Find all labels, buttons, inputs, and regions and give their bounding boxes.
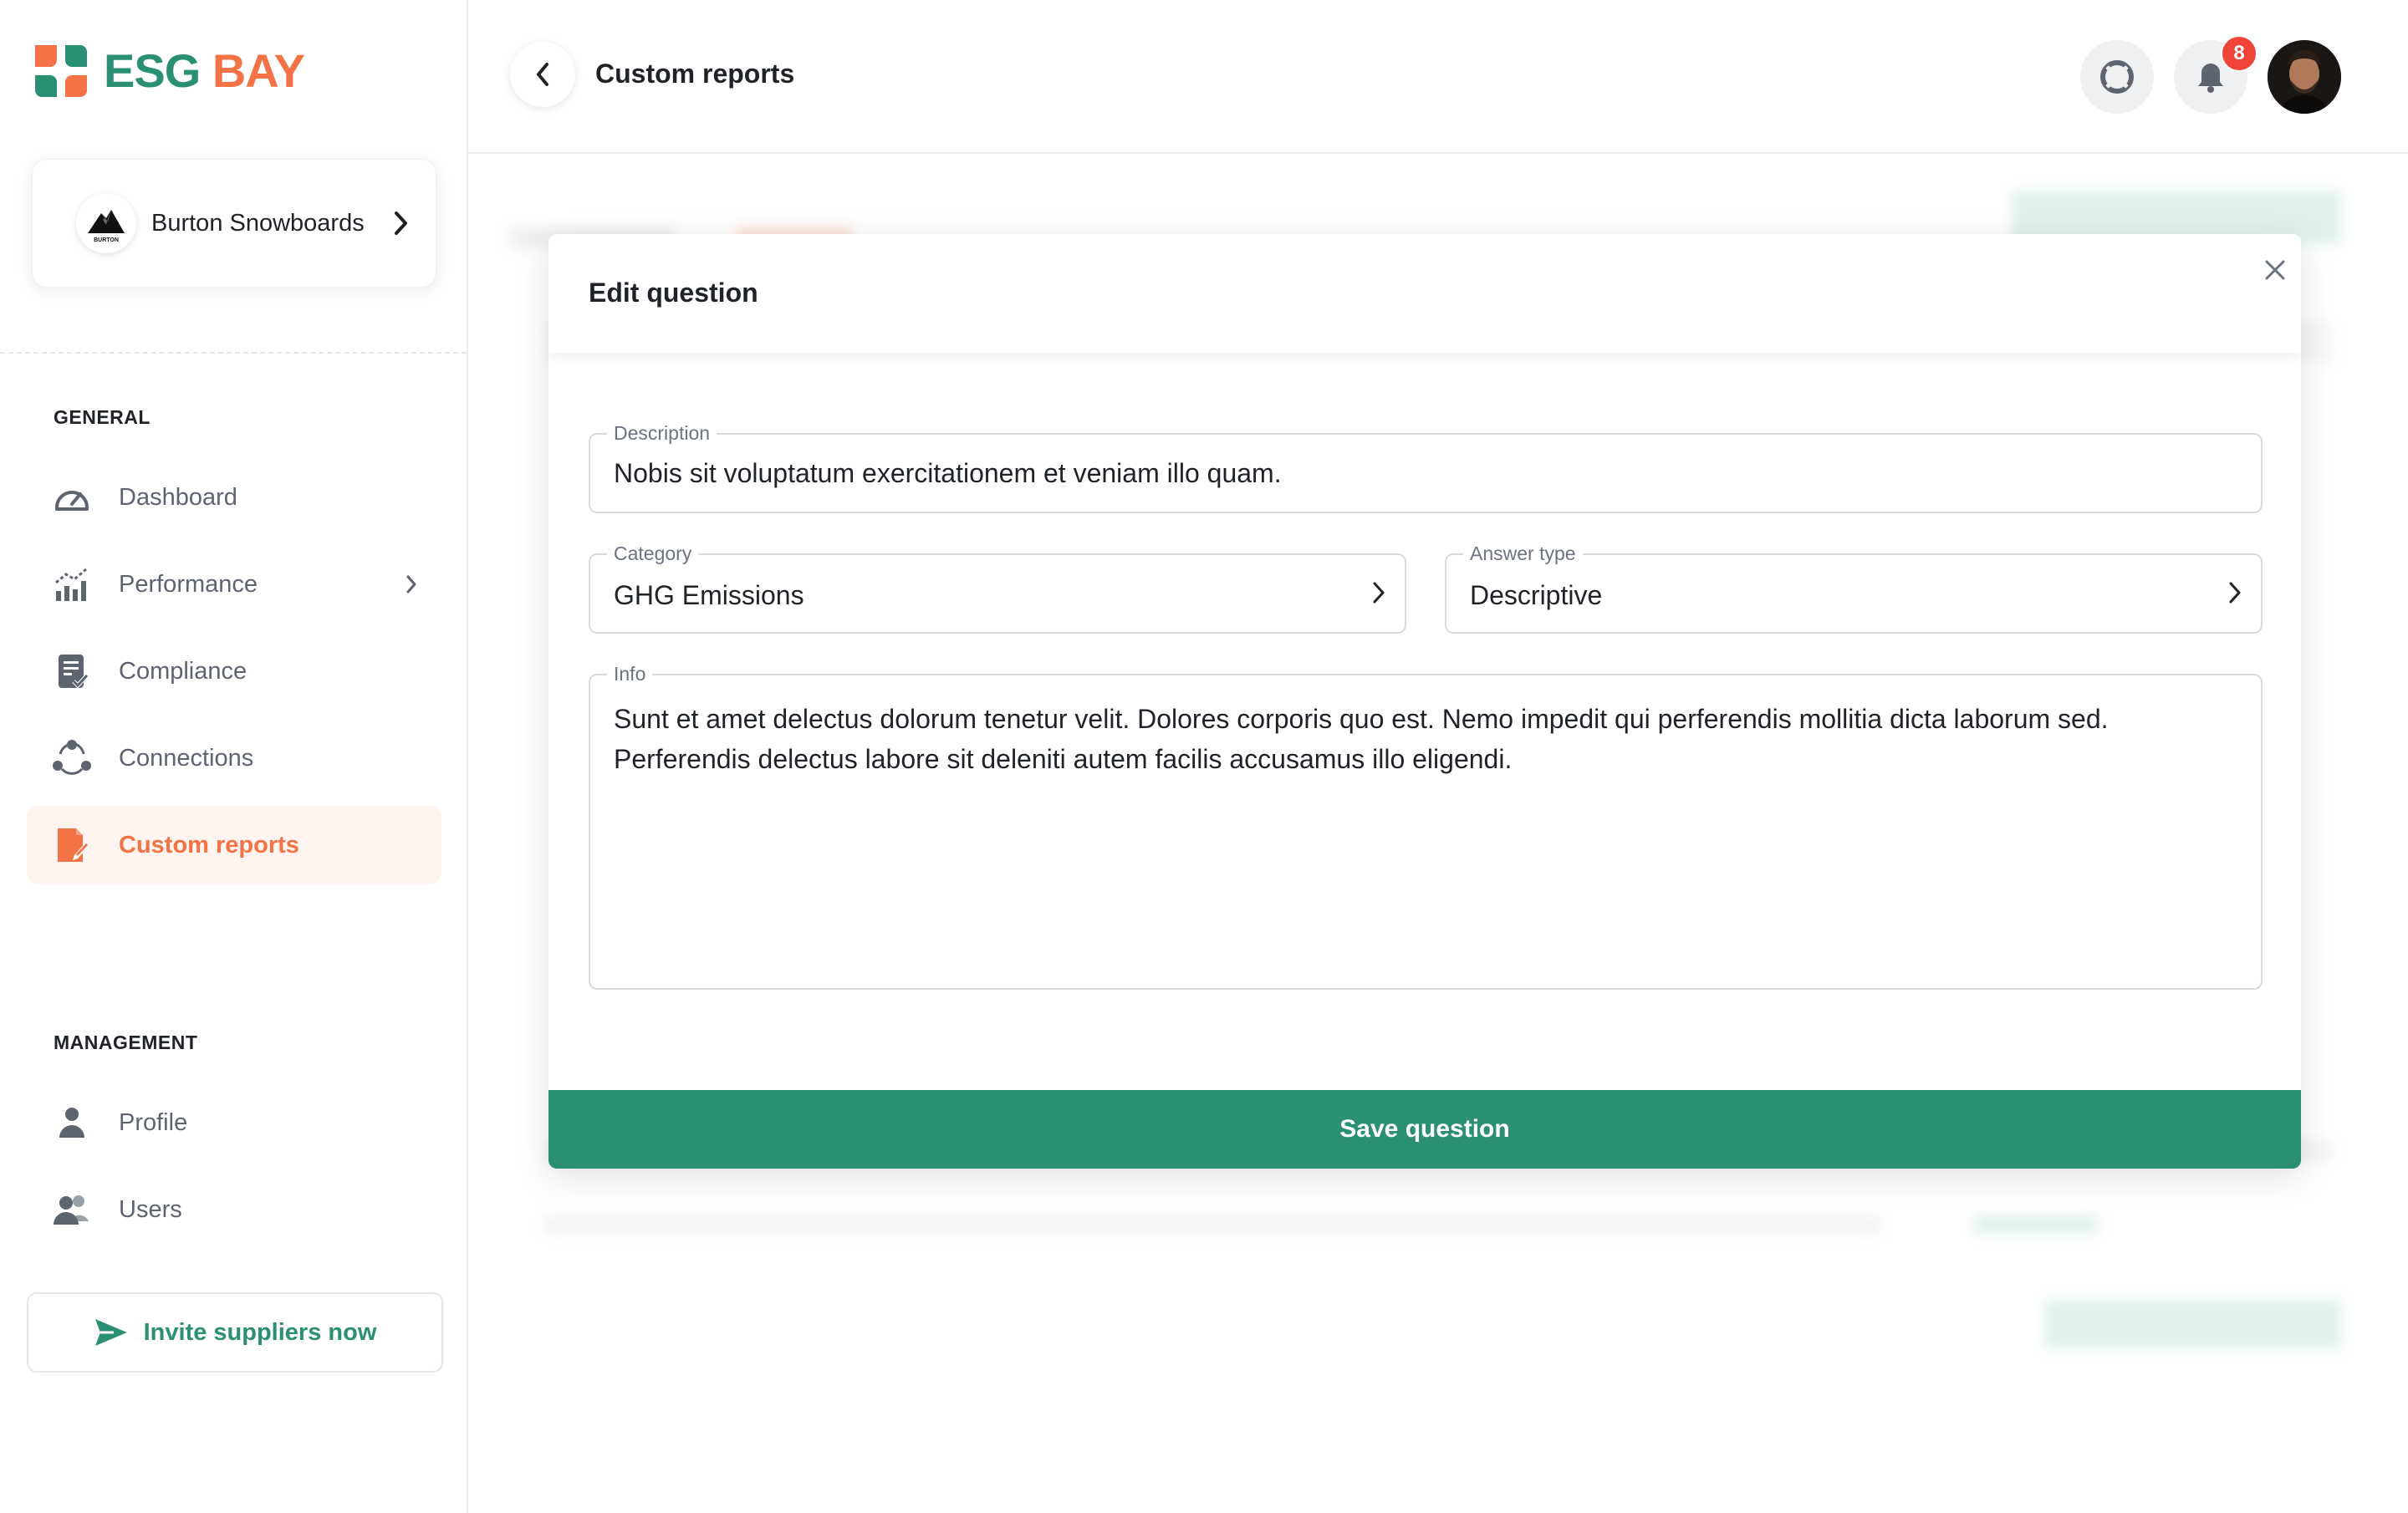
info-value: Sunt et amet delectus dolorum tenetur ve… [614,704,2109,774]
send-icon [94,1319,127,1346]
lifebuoy-icon [2100,60,2134,94]
sidebar-item-label: Dashboard [119,483,237,511]
modal-title: Edit question [589,278,758,308]
info-textarea[interactable]: Info Sunt et amet delectus dolorum tenet… [589,663,2263,990]
invite-suppliers-button[interactable]: Invite suppliers now [27,1292,443,1373]
sidebar-item-label: Compliance [119,657,247,685]
users-icon [52,1190,92,1230]
sidebar-item-label: Profile [119,1108,188,1136]
chevron-left-icon [537,63,548,86]
invite-suppliers-label: Invite suppliers now [143,1318,377,1346]
sidebar-item-label: Connections [119,744,254,772]
organization-name: Burton Snowboards [151,209,365,237]
chevron-right-icon [1373,582,1385,604]
category-label: Category [607,543,699,565]
edit-question-modal: Edit question Description Nobis sit volu… [548,234,2301,1169]
sidebar-item-dashboard[interactable]: Dashboard [27,458,441,537]
sidebar-item-compliance[interactable]: Compliance [27,632,441,711]
sidebar-item-profile[interactable]: Profile [27,1083,441,1162]
avatar-image [2268,40,2341,114]
sidebar-item-users[interactable]: Users [27,1170,441,1249]
sidebar-item-label: Users [119,1195,182,1223]
answer-type-select[interactable]: Answer type Descriptive [1445,543,2263,634]
logo-text-esg: ESG [104,44,201,97]
sidebar-item-connections[interactable]: Connections [27,719,441,797]
category-value: GHG Emissions [614,580,804,610]
category-select[interactable]: Category GHG Emissions [589,543,1406,634]
document-edit-icon [52,825,92,865]
clipboard-check-icon [52,651,92,691]
save-question-label: Save question [1339,1115,1510,1143]
answer-type-label: Answer type [1463,543,1583,565]
bell-icon [2198,64,2223,93]
info-label: Info [607,663,653,685]
logo-text: ESG BAY [104,48,305,94]
organization-switcher[interactable]: BURTON Burton Snowboards [32,159,436,288]
sidebar-divider [0,352,467,354]
close-icon [2265,260,2285,280]
notification-count-badge: 8 [2221,35,2258,72]
close-modal-button[interactable] [2254,249,2296,291]
modal-header [548,234,2301,353]
connections-icon [52,738,92,778]
back-button[interactable] [510,42,575,107]
gauge-icon [52,477,92,517]
chart-icon [52,564,92,604]
section-title-general: GENERAL [54,406,150,428]
organization-logo: BURTON [76,193,136,253]
description-value: Nobis sit voluptatum exercitationem et v… [614,458,1282,488]
answer-type-value: Descriptive [1470,580,1603,610]
chevron-right-icon [406,575,416,593]
help-button[interactable] [2080,40,2154,114]
save-question-button[interactable]: Save question [548,1090,2301,1169]
chevron-right-icon [2229,582,2241,604]
organization-logo-text: BURTON [94,237,119,243]
page-title: Custom reports [595,59,795,89]
user-avatar[interactable] [2268,40,2341,114]
chevron-right-icon [394,211,407,235]
mountain-logo-icon: BURTON [88,210,125,243]
sidebar-item-custom-reports[interactable]: Custom reports [27,806,441,884]
user-icon [52,1103,92,1143]
logo-text-bay: BAY [212,44,305,97]
description-field[interactable]: Description Nobis sit voluptatum exercit… [589,422,2263,513]
logo-mark-icon [35,45,87,97]
sidebar-item-label: Custom reports [119,831,299,858]
sidebar-item-label: Performance [119,570,258,598]
sidebar-item-performance[interactable]: Performance [27,545,441,624]
description-label: Description [607,422,717,445]
section-title-management: MANAGEMENT [54,1032,198,1053]
app-logo[interactable]: ESG BAY [32,42,305,100]
